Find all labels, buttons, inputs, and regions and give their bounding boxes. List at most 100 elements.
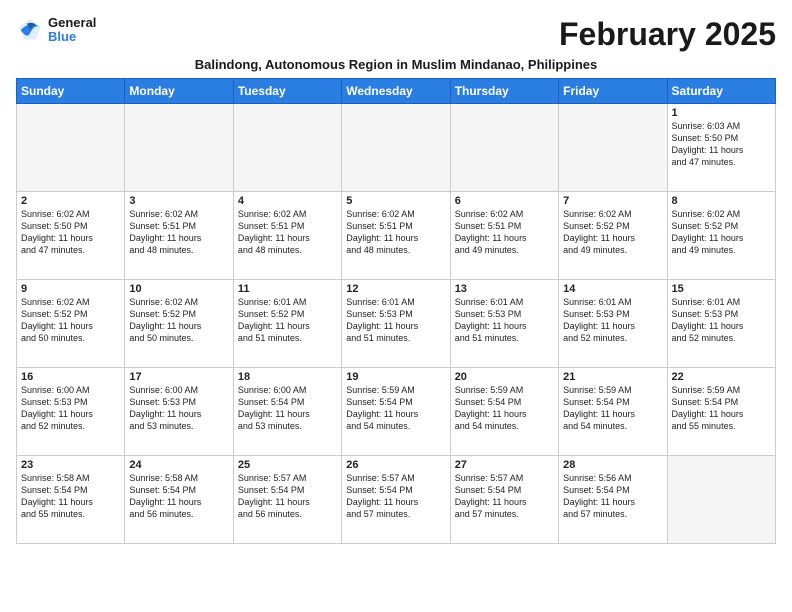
day-number: 17: [129, 371, 228, 383]
day-info: Sunrise: 5:59 AM Sunset: 5:54 PM Dayligh…: [455, 384, 554, 433]
logo-line1: General: [48, 16, 96, 30]
logo-icon: [16, 16, 44, 44]
day-info: Sunrise: 6:00 AM Sunset: 5:53 PM Dayligh…: [129, 384, 228, 433]
day-info: Sunrise: 6:02 AM Sunset: 5:50 PM Dayligh…: [21, 208, 120, 257]
day-info: Sunrise: 6:02 AM Sunset: 5:52 PM Dayligh…: [563, 208, 662, 257]
day-cell: [125, 104, 233, 192]
weekday-saturday: Saturday: [667, 79, 775, 104]
day-info: Sunrise: 6:01 AM Sunset: 5:53 PM Dayligh…: [455, 296, 554, 345]
day-number: 12: [346, 283, 445, 295]
day-info: Sunrise: 5:57 AM Sunset: 5:54 PM Dayligh…: [346, 472, 445, 521]
day-number: 14: [563, 283, 662, 295]
day-number: 7: [563, 195, 662, 207]
day-cell: 11Sunrise: 6:01 AM Sunset: 5:52 PM Dayli…: [233, 280, 341, 368]
day-cell: 1Sunrise: 6:03 AM Sunset: 5:50 PM Daylig…: [667, 104, 775, 192]
week-row-2: 9Sunrise: 6:02 AM Sunset: 5:52 PM Daylig…: [17, 280, 776, 368]
day-info: Sunrise: 6:02 AM Sunset: 5:52 PM Dayligh…: [129, 296, 228, 345]
day-number: 23: [21, 459, 120, 471]
day-cell: 18Sunrise: 6:00 AM Sunset: 5:54 PM Dayli…: [233, 368, 341, 456]
day-number: 8: [672, 195, 771, 207]
day-info: Sunrise: 5:59 AM Sunset: 5:54 PM Dayligh…: [563, 384, 662, 433]
day-number: 10: [129, 283, 228, 295]
day-info: Sunrise: 5:57 AM Sunset: 5:54 PM Dayligh…: [455, 472, 554, 521]
weekday-sunday: Sunday: [17, 79, 125, 104]
day-cell: 5Sunrise: 6:02 AM Sunset: 5:51 PM Daylig…: [342, 192, 450, 280]
weekday-wednesday: Wednesday: [342, 79, 450, 104]
week-row-1: 2Sunrise: 6:02 AM Sunset: 5:50 PM Daylig…: [17, 192, 776, 280]
day-info: Sunrise: 6:02 AM Sunset: 5:52 PM Dayligh…: [672, 208, 771, 257]
day-number: 22: [672, 371, 771, 383]
day-cell: [667, 456, 775, 544]
logo: General Blue: [16, 16, 96, 45]
day-number: 13: [455, 283, 554, 295]
day-info: Sunrise: 5:58 AM Sunset: 5:54 PM Dayligh…: [129, 472, 228, 521]
day-cell: 2Sunrise: 6:02 AM Sunset: 5:50 PM Daylig…: [17, 192, 125, 280]
day-cell: 26Sunrise: 5:57 AM Sunset: 5:54 PM Dayli…: [342, 456, 450, 544]
logo-line2: Blue: [48, 30, 96, 44]
day-number: 20: [455, 371, 554, 383]
day-info: Sunrise: 6:02 AM Sunset: 5:51 PM Dayligh…: [455, 208, 554, 257]
day-cell: 16Sunrise: 6:00 AM Sunset: 5:53 PM Dayli…: [17, 368, 125, 456]
header: General Blue February 2025: [16, 16, 776, 53]
day-number: 28: [563, 459, 662, 471]
day-number: 24: [129, 459, 228, 471]
day-number: 1: [672, 107, 771, 119]
day-number: 27: [455, 459, 554, 471]
day-cell: 22Sunrise: 5:59 AM Sunset: 5:54 PM Dayli…: [667, 368, 775, 456]
day-cell: 17Sunrise: 6:00 AM Sunset: 5:53 PM Dayli…: [125, 368, 233, 456]
day-number: 25: [238, 459, 337, 471]
logo-text: General Blue: [48, 16, 96, 45]
day-info: Sunrise: 5:57 AM Sunset: 5:54 PM Dayligh…: [238, 472, 337, 521]
day-cell: 4Sunrise: 6:02 AM Sunset: 5:51 PM Daylig…: [233, 192, 341, 280]
day-cell: 25Sunrise: 5:57 AM Sunset: 5:54 PM Dayli…: [233, 456, 341, 544]
week-row-0: 1Sunrise: 6:03 AM Sunset: 5:50 PM Daylig…: [17, 104, 776, 192]
weekday-thursday: Thursday: [450, 79, 558, 104]
day-cell: 20Sunrise: 5:59 AM Sunset: 5:54 PM Dayli…: [450, 368, 558, 456]
day-info: Sunrise: 6:00 AM Sunset: 5:53 PM Dayligh…: [21, 384, 120, 433]
day-cell: 3Sunrise: 6:02 AM Sunset: 5:51 PM Daylig…: [125, 192, 233, 280]
day-info: Sunrise: 6:02 AM Sunset: 5:51 PM Dayligh…: [238, 208, 337, 257]
weekday-friday: Friday: [559, 79, 667, 104]
week-row-3: 16Sunrise: 6:00 AM Sunset: 5:53 PM Dayli…: [17, 368, 776, 456]
day-info: Sunrise: 5:58 AM Sunset: 5:54 PM Dayligh…: [21, 472, 120, 521]
day-number: 21: [563, 371, 662, 383]
day-cell: 12Sunrise: 6:01 AM Sunset: 5:53 PM Dayli…: [342, 280, 450, 368]
day-cell: 24Sunrise: 5:58 AM Sunset: 5:54 PM Dayli…: [125, 456, 233, 544]
day-cell: 14Sunrise: 6:01 AM Sunset: 5:53 PM Dayli…: [559, 280, 667, 368]
day-number: 9: [21, 283, 120, 295]
day-number: 3: [129, 195, 228, 207]
day-info: Sunrise: 6:01 AM Sunset: 5:52 PM Dayligh…: [238, 296, 337, 345]
day-number: 2: [21, 195, 120, 207]
day-cell: 6Sunrise: 6:02 AM Sunset: 5:51 PM Daylig…: [450, 192, 558, 280]
calendar: SundayMondayTuesdayWednesdayThursdayFrid…: [16, 78, 776, 544]
day-cell: [450, 104, 558, 192]
day-cell: 7Sunrise: 6:02 AM Sunset: 5:52 PM Daylig…: [559, 192, 667, 280]
day-cell: [233, 104, 341, 192]
day-info: Sunrise: 6:02 AM Sunset: 5:51 PM Dayligh…: [346, 208, 445, 257]
day-cell: 19Sunrise: 5:59 AM Sunset: 5:54 PM Dayli…: [342, 368, 450, 456]
day-number: 16: [21, 371, 120, 383]
day-cell: 23Sunrise: 5:58 AM Sunset: 5:54 PM Dayli…: [17, 456, 125, 544]
day-info: Sunrise: 6:02 AM Sunset: 5:52 PM Dayligh…: [21, 296, 120, 345]
weekday-monday: Monday: [125, 79, 233, 104]
day-number: 11: [238, 283, 337, 295]
day-cell: 27Sunrise: 5:57 AM Sunset: 5:54 PM Dayli…: [450, 456, 558, 544]
day-number: 6: [455, 195, 554, 207]
day-cell: 21Sunrise: 5:59 AM Sunset: 5:54 PM Dayli…: [559, 368, 667, 456]
day-number: 18: [238, 371, 337, 383]
day-info: Sunrise: 6:00 AM Sunset: 5:54 PM Dayligh…: [238, 384, 337, 433]
day-cell: 10Sunrise: 6:02 AM Sunset: 5:52 PM Dayli…: [125, 280, 233, 368]
day-cell: 15Sunrise: 6:01 AM Sunset: 5:53 PM Dayli…: [667, 280, 775, 368]
week-row-4: 23Sunrise: 5:58 AM Sunset: 5:54 PM Dayli…: [17, 456, 776, 544]
day-number: 4: [238, 195, 337, 207]
weekday-header-row: SundayMondayTuesdayWednesdayThursdayFrid…: [17, 79, 776, 104]
month-title: February 2025: [559, 16, 776, 53]
day-cell: 28Sunrise: 5:56 AM Sunset: 5:54 PM Dayli…: [559, 456, 667, 544]
subtitle: Balindong, Autonomous Region in Muslim M…: [16, 57, 776, 72]
day-cell: 9Sunrise: 6:02 AM Sunset: 5:52 PM Daylig…: [17, 280, 125, 368]
day-cell: 13Sunrise: 6:01 AM Sunset: 5:53 PM Dayli…: [450, 280, 558, 368]
day-info: Sunrise: 5:59 AM Sunset: 5:54 PM Dayligh…: [672, 384, 771, 433]
day-info: Sunrise: 6:01 AM Sunset: 5:53 PM Dayligh…: [672, 296, 771, 345]
day-cell: [342, 104, 450, 192]
day-number: 5: [346, 195, 445, 207]
